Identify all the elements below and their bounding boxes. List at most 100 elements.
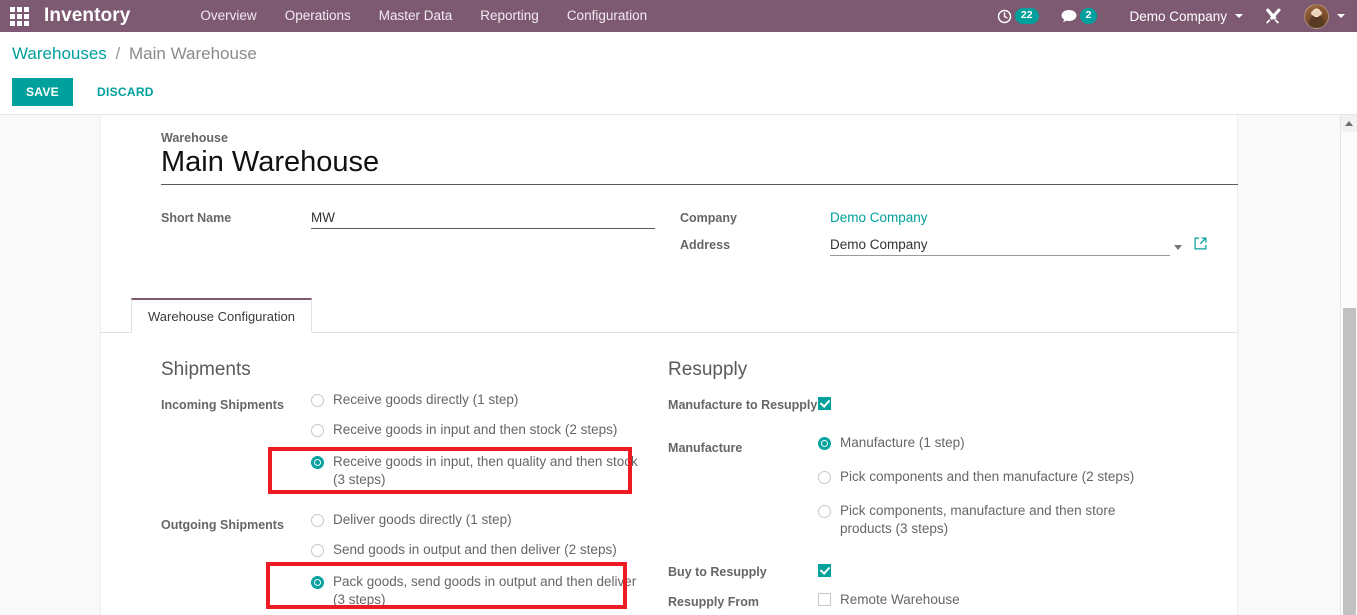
radio-icon[interactable]	[311, 424, 324, 437]
manufacture-to-resupply-label: Manufacture to Resupply	[668, 398, 818, 412]
top-navbar: Inventory Overview Operations Master Dat…	[0, 0, 1357, 32]
debug-tools-button[interactable]	[1254, 0, 1293, 32]
radio-label[interactable]: Pick components and then manufacture (2 …	[840, 468, 1134, 486]
radio-incoming-2-steps[interactable]: Receive goods in input and then stock (2…	[311, 421, 668, 439]
main-menu: Overview Operations Master Data Reportin…	[186, 0, 661, 32]
tab-warehouse-configuration[interactable]: Warehouse Configuration	[131, 298, 312, 333]
outgoing-shipments-radio-group: Deliver goods directly (1 step) Send goo…	[311, 511, 668, 609]
company-label: Company	[680, 211, 737, 225]
manufacture-to-resupply-value	[818, 391, 1207, 414]
radio-icon-selected[interactable]	[311, 576, 324, 589]
company-switcher[interactable]: Demo Company	[1108, 0, 1254, 32]
external-link-icon[interactable]	[1194, 237, 1207, 255]
header-left-column: Short Name	[161, 209, 680, 264]
menu-item-configuration[interactable]: Configuration	[553, 0, 661, 32]
radio-incoming-3-steps[interactable]: Receive goods in input, then quality and…	[311, 453, 668, 489]
outgoing-shipments-label: Outgoing Shipments	[161, 518, 284, 532]
menu-item-reporting[interactable]: Reporting	[466, 0, 553, 32]
field-manufacture-steps: Manufacture Manufacture (1 step) Pick co…	[668, 434, 1207, 538]
chevron-down-icon	[1337, 14, 1345, 18]
breadcrumb: Warehouses / Main Warehouse	[12, 42, 1345, 66]
short-name-input[interactable]	[311, 209, 655, 229]
vertical-scrollbar[interactable]	[1340, 115, 1357, 615]
radio-manufacture-2-steps[interactable]: Pick components and then manufacture (2 …	[818, 468, 1207, 486]
radio-label[interactable]: Receive goods directly (1 step)	[333, 391, 518, 409]
radio-icon[interactable]	[818, 471, 832, 485]
header-field-group: Short Name Company Demo Company	[131, 209, 1207, 264]
manufacture-label: Manufacture	[668, 441, 743, 456]
radio-incoming-1-step[interactable]: Receive goods directly (1 step)	[311, 391, 668, 409]
radio-icon[interactable]	[311, 544, 324, 557]
radio-icon[interactable]	[311, 514, 324, 527]
app-brand-inventory[interactable]: Inventory	[38, 5, 142, 27]
menu-item-operations[interactable]: Operations	[271, 0, 365, 32]
incoming-shipments-label: Incoming Shipments	[161, 398, 284, 412]
field-manufacture-to-resupply: Manufacture to Resupply	[668, 391, 1207, 414]
shipments-group-title: Shipments	[161, 359, 251, 380]
warehouse-name-input[interactable]	[161, 145, 1238, 185]
page-body: Warehouse Short Name Company	[0, 115, 1357, 615]
group-resupply: Resupply Manufacture to Resupply Manufac…	[668, 359, 1207, 611]
radio-outgoing-3-steps[interactable]: Pack goods, send goods in output and the…	[311, 573, 668, 609]
chat-bubble-icon	[1061, 9, 1077, 23]
checkbox-manufacture-to-resupply[interactable]	[818, 397, 832, 411]
wrench-tools-icon	[1265, 7, 1282, 25]
menu-item-overview[interactable]: Overview	[186, 0, 270, 32]
group-shipments: Shipments Incoming Shipments Receive goo…	[131, 359, 668, 611]
short-name-value	[311, 209, 680, 229]
remote-warehouse-label[interactable]: Remote Warehouse	[840, 592, 960, 607]
activity-menu-button[interactable]: 22	[986, 0, 1050, 32]
menu-item-master-data[interactable]: Master Data	[365, 0, 467, 32]
chevron-down-icon[interactable]	[1174, 245, 1182, 250]
radio-label[interactable]: Manufacture (1 step)	[840, 434, 965, 452]
radio-manufacture-1-step[interactable]: Manufacture (1 step)	[818, 434, 1207, 452]
radio-icon[interactable]	[818, 505, 832, 519]
messaging-menu-button[interactable]: 2	[1050, 0, 1109, 32]
scroll-up-arrow-icon[interactable]	[1341, 115, 1357, 132]
control-panel: Warehouses / Main Warehouse SAVE DISCARD…	[0, 32, 1357, 129]
resupply-from-label: Resupply From	[668, 595, 760, 610]
scrollbar-thumb[interactable]	[1343, 308, 1356, 615]
manufacture-radio-group: Manufacture (1 step) Pick components and…	[818, 434, 1207, 538]
radio-label[interactable]: Deliver goods directly (1 step)	[333, 511, 512, 529]
radio-label[interactable]: Send goods in output and then deliver (2…	[333, 541, 617, 559]
warehouse-name-label: Warehouse	[161, 131, 228, 145]
radio-icon-selected[interactable]	[311, 456, 324, 469]
company-link[interactable]: Demo Company	[830, 210, 928, 225]
activity-count-badge: 22	[1014, 8, 1039, 24]
incoming-shipments-radio-group: Receive goods directly (1 step) Receive …	[311, 391, 668, 489]
user-menu-button[interactable]	[1293, 0, 1349, 32]
field-incoming-shipments: Incoming Shipments Receive goods directl…	[161, 391, 668, 489]
form-sheet: Warehouse Short Name Company	[100, 115, 1238, 615]
radio-label[interactable]: Receive goods in input, then quality and…	[333, 453, 643, 489]
radio-label[interactable]: Pick components, manufacture and then st…	[840, 502, 1150, 538]
save-button[interactable]: SAVE	[12, 78, 73, 106]
scrollbar-track[interactable]	[1341, 132, 1357, 615]
radio-outgoing-1-step[interactable]: Deliver goods directly (1 step)	[311, 511, 668, 529]
radio-label[interactable]: Receive goods in input and then stock (2…	[333, 421, 617, 439]
breadcrumb-separator: /	[115, 44, 121, 63]
checkbox-buy-to-resupply[interactable]	[818, 564, 832, 578]
address-input[interactable]	[830, 236, 1170, 256]
radio-manufacture-3-steps[interactable]: Pick components, manufacture and then st…	[818, 502, 1207, 538]
record-title-block: Warehouse	[131, 131, 1238, 185]
radio-label[interactable]: Pack goods, send goods in output and the…	[333, 573, 643, 609]
checkbox-remote-warehouse[interactable]	[818, 593, 832, 607]
buy-to-resupply-value	[818, 558, 1207, 581]
systray: 22 2 Demo Company	[986, 0, 1357, 32]
address-label: Address	[680, 238, 731, 252]
user-avatar	[1304, 3, 1329, 29]
clock-icon	[997, 9, 1012, 24]
radio-outgoing-2-steps[interactable]: Send goods in output and then deliver (2…	[311, 541, 668, 559]
company-switcher-label: Demo Company	[1129, 8, 1227, 24]
messaging-count-badge: 2	[1079, 8, 1098, 24]
radio-icon-selected[interactable]	[818, 437, 832, 451]
radio-icon[interactable]	[311, 394, 324, 407]
header-right-column: Company Demo Company Address	[680, 209, 1207, 264]
address-many2one	[830, 236, 1207, 256]
form-view-scroll-area: Warehouse Short Name Company	[0, 115, 1340, 615]
checkbox-line-remote-warehouse[interactable]: Remote Warehouse	[818, 592, 1207, 607]
apps-menu-toggle[interactable]	[0, 0, 38, 32]
breadcrumb-link-warehouses[interactable]: Warehouses	[12, 44, 107, 63]
discard-button[interactable]: DISCARD	[85, 78, 166, 106]
